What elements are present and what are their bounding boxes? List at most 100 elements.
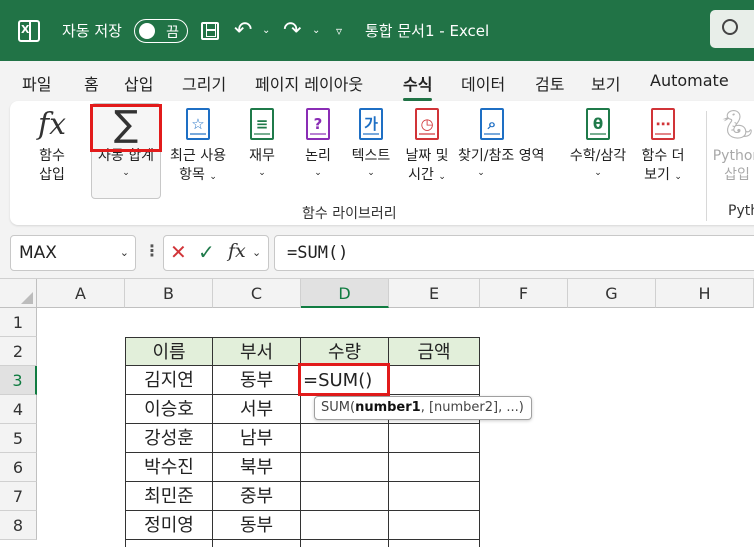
row-header-2[interactable]: 2 xyxy=(0,337,37,366)
table-cell-dept[interactable]: 동부 xyxy=(213,511,301,540)
logical-label: 논리 xyxy=(305,148,331,164)
table-cell-name[interactable]: 최민준 xyxy=(125,482,213,511)
excel-logo-icon xyxy=(18,0,40,61)
text-button[interactable]: 가 텍스트 ⌄ xyxy=(345,105,397,180)
document-title: 통합 문서1 - Excel xyxy=(365,22,490,40)
cancel-icon[interactable]: ✕ xyxy=(170,240,187,264)
table-cell-name[interactable]: 김지연 xyxy=(125,366,213,395)
table-cell-amount[interactable] xyxy=(389,453,480,482)
area-label: 영역 xyxy=(518,148,545,164)
save-icon[interactable] xyxy=(201,0,219,61)
column-header-e[interactable]: E xyxy=(389,279,480,308)
column-header-a[interactable]: A xyxy=(37,279,125,308)
lookup-reference-button[interactable]: ⌕ 찾기/참조 영역 ⌄ xyxy=(458,105,544,180)
row-header-4[interactable]: 4 xyxy=(0,395,37,424)
column-header-g[interactable]: G xyxy=(568,279,656,308)
name-box[interactable]: MAX ⌄ xyxy=(10,235,136,271)
tab-page-layout[interactable]: 페이지 레이아웃 xyxy=(255,71,363,95)
table-cell-name[interactable]: 박수진 xyxy=(125,453,213,482)
redo-dropdown-chevron-icon[interactable]: ⌄ xyxy=(312,0,320,61)
table-cell-qty[interactable] xyxy=(301,453,389,482)
table-cell-amount[interactable] xyxy=(389,366,480,395)
date-time-button[interactable]: ◷ 날짜 및 시간 ⌄ xyxy=(399,105,455,187)
table-cell-dept[interactable]: 북부 xyxy=(213,453,301,482)
table-cell-name[interactable]: 강성훈 xyxy=(125,424,213,453)
table-cell-dept[interactable]: 중부 xyxy=(213,482,301,511)
recently-used-button[interactable]: ☆ 최근 사용 항목 ⌄ xyxy=(164,105,232,187)
insert-function-label-2: 삽입 xyxy=(39,167,65,183)
table-cell-dept[interactable]: 동부 xyxy=(213,366,301,395)
search-icon xyxy=(722,19,738,35)
question-book-icon: ? xyxy=(303,105,333,143)
more-functions-label-2: 보기 xyxy=(644,167,670,183)
python-label-2: 삽입 xyxy=(724,167,750,183)
table-cell-name[interactable]: 정미영 xyxy=(125,511,213,540)
column-header-h[interactable]: H xyxy=(656,279,754,308)
column-header-c[interactable]: C xyxy=(213,279,301,308)
redo-icon[interactable]: ↷ xyxy=(283,0,301,61)
search-box[interactable] xyxy=(710,10,754,48)
insert-python-button[interactable]: 🐍︎ Python 삽입 xyxy=(712,105,754,185)
undo-icon[interactable]: ↶ xyxy=(234,0,252,61)
table-cell-amount[interactable] xyxy=(389,482,480,511)
row-header-3[interactable]: 3 xyxy=(0,366,37,395)
more-functions-button[interactable]: ⋯ 함수 더 보기 ⌄ xyxy=(636,105,690,187)
undo-dropdown-chevron-icon[interactable]: ⌄ xyxy=(262,0,270,61)
more-options-icon[interactable]: ⋮ xyxy=(144,241,160,260)
tab-file[interactable]: 파일 xyxy=(22,71,51,95)
table-header-amount[interactable]: 금액 xyxy=(389,337,480,366)
table-header-qty[interactable]: 수량 xyxy=(301,337,389,366)
tab-review[interactable]: 검토 xyxy=(535,71,564,95)
name-box-value: MAX xyxy=(19,243,57,263)
autosave-state: 끔 xyxy=(166,24,179,41)
tab-data[interactable]: 데이터 xyxy=(461,71,505,95)
math-trig-button[interactable]: θ 수학/삼각 ⌄ xyxy=(566,105,630,180)
recent-label-2: 항목 xyxy=(179,167,205,183)
financial-label: 재무 xyxy=(249,148,275,164)
select-all-corner[interactable] xyxy=(0,279,37,308)
tab-formulas[interactable]: 수식 xyxy=(403,71,433,101)
chevron-down-icon[interactable]: ⌄ xyxy=(252,246,261,259)
tab-automate[interactable]: Automate xyxy=(650,71,729,90)
table-cell-qty[interactable] xyxy=(301,511,389,540)
function-signature-tooltip[interactable]: SUM(number1, [number2], ...) xyxy=(314,396,532,420)
formula-input[interactable]: =SUM() xyxy=(274,235,754,271)
customize-toolbar-icon[interactable]: ▿ xyxy=(336,0,342,61)
tab-home[interactable]: 홈 xyxy=(84,71,99,95)
row-header-1[interactable]: 1 xyxy=(0,308,37,337)
table-cell-amount[interactable] xyxy=(389,511,480,540)
formula-bar: MAX ⌄ ⋮ ✕ ✓ fx ⌄ =SUM() xyxy=(0,233,754,273)
row-header-6[interactable]: 6 xyxy=(0,453,37,482)
function-library-group-label: 함수 라이브러리 xyxy=(302,206,397,222)
row-header-7[interactable]: 7 xyxy=(0,482,37,511)
table-cell-dept[interactable]: 서부 xyxy=(213,395,301,424)
row-header-8[interactable]: 8 xyxy=(0,511,37,540)
active-cell-highlight-box xyxy=(298,363,390,396)
tab-draw[interactable]: 그리기 xyxy=(182,71,226,95)
tab-view[interactable]: 보기 xyxy=(591,71,620,95)
python-label-1: Python xyxy=(712,148,754,164)
financial-button[interactable]: ≡ 재무 ⌄ xyxy=(244,105,280,180)
logical-button[interactable]: ? 논리 ⌄ xyxy=(300,105,336,180)
table-cell-qty[interactable] xyxy=(301,424,389,453)
tooltip-current-argument[interactable]: number1 xyxy=(355,400,421,415)
row-header-5[interactable]: 5 xyxy=(0,424,37,453)
table-header-name[interactable]: 이름 xyxy=(125,337,213,366)
table-cell-name[interactable]: 이승호 xyxy=(125,395,213,424)
insert-function-fx-icon[interactable]: fx xyxy=(228,240,246,262)
magnifier-book-icon: ⌕ xyxy=(477,105,507,143)
column-header-b[interactable]: B xyxy=(125,279,213,308)
autosave-toggle[interactable]: 끔 xyxy=(134,0,188,61)
tab-insert[interactable]: 삽입 xyxy=(124,71,153,95)
table-cell-qty[interactable] xyxy=(301,482,389,511)
column-header-f[interactable]: F xyxy=(480,279,568,308)
enter-check-icon[interactable]: ✓ xyxy=(198,240,215,264)
column-header-d[interactable]: D xyxy=(301,279,389,308)
insert-function-button[interactable]: fx 함수 삽입 xyxy=(28,105,76,185)
table-header-dept[interactable]: 부서 xyxy=(213,337,301,366)
python-group-label: Pyth xyxy=(728,203,754,219)
star-book-icon: ☆ xyxy=(183,105,213,143)
table-cell-dept[interactable]: 남부 xyxy=(213,424,301,453)
formula-buttons: ✕ ✓ fx ⌄ xyxy=(163,235,269,271)
table-cell-amount[interactable] xyxy=(389,424,480,453)
